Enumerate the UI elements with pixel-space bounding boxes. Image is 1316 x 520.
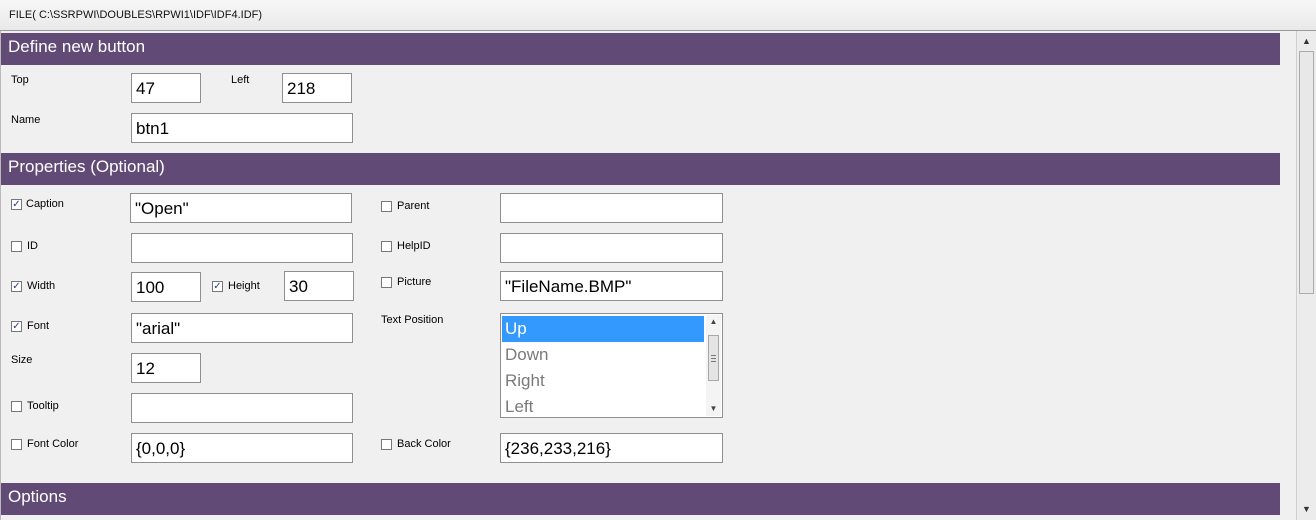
listbox-scroll-thumb[interactable] — [708, 335, 719, 381]
width-checkbox[interactable]: ✓ — [11, 281, 22, 292]
height-label: Height — [228, 280, 260, 292]
caption-label: Caption — [26, 198, 64, 210]
id-label: ID — [27, 240, 38, 252]
left-input[interactable]: 218 — [282, 73, 352, 103]
width-label: Width — [27, 280, 56, 292]
font-color-checkbox[interactable] — [11, 439, 22, 450]
title-bar: FILE( C:\SSRPWI\DOUBLES\RPWI1\IDF\IDF4.I… — [0, 0, 1316, 31]
caption-input[interactable]: "Open" — [130, 193, 352, 223]
window-scroll-thumb[interactable] — [1299, 51, 1314, 294]
text-position-label: Text Position — [381, 314, 444, 326]
font-label: Font — [27, 320, 50, 332]
name-label: Name — [11, 114, 41, 126]
top-label: Top — [11, 74, 29, 86]
text-position-option-left[interactable]: Left — [502, 394, 704, 420]
tooltip-label: Tooltip — [27, 400, 59, 412]
window-title: FILE( C:\SSRPWI\DOUBLES\RPWI1\IDF\IDF4.I… — [9, 9, 263, 21]
left-label: Left — [231, 74, 250, 86]
back-color-checkbox[interactable] — [381, 439, 392, 450]
properties-section-header: Properties (Optional) — [1, 153, 1280, 185]
size-label: Size — [11, 354, 33, 366]
caption-checkbox[interactable]: ✓ — [11, 199, 22, 210]
name-input[interactable]: btn1 — [131, 113, 353, 143]
height-checkbox[interactable]: ✓ — [212, 281, 223, 292]
text-position-option-up[interactable]: Up — [502, 316, 704, 342]
helpid-input[interactable] — [500, 233, 723, 263]
helpid-label: HelpID — [397, 240, 431, 252]
id-input[interactable] — [131, 233, 353, 263]
tooltip-checkbox[interactable] — [11, 401, 22, 412]
helpid-checkbox[interactable] — [381, 241, 392, 252]
height-input[interactable]: 30 — [284, 271, 354, 301]
font-checkbox[interactable]: ✓ — [11, 321, 22, 332]
define-section-header: Define new button — [1, 33, 1280, 65]
text-position-option-right[interactable]: Right — [502, 368, 704, 394]
arrow-up-icon[interactable]: ▲ — [706, 316, 721, 328]
parent-label: Parent — [397, 200, 430, 212]
arrow-down-icon[interactable]: ▼ — [1297, 501, 1316, 517]
picture-checkbox[interactable] — [381, 277, 392, 288]
picture-input[interactable]: "FileName.BMP" — [500, 271, 723, 301]
arrow-up-icon[interactable]: ▲ — [1297, 33, 1316, 49]
parent-input[interactable] — [500, 193, 723, 223]
window-scrollbar[interactable]: ▲ ▼ — [1296, 31, 1316, 520]
top-input[interactable]: 47 — [131, 73, 201, 103]
id-checkbox[interactable] — [11, 241, 22, 252]
tooltip-input[interactable] — [131, 393, 353, 423]
font-color-input[interactable]: {0,0,0} — [131, 433, 353, 463]
font-input[interactable]: "arial" — [131, 313, 353, 343]
options-section-header: Options — [1, 483, 1280, 515]
width-input[interactable]: 100 — [131, 272, 201, 302]
parent-checkbox[interactable] — [381, 201, 392, 212]
font-color-label: Font Color — [27, 438, 79, 450]
arrow-down-icon[interactable]: ▼ — [706, 403, 721, 415]
text-position-option-down[interactable]: Down — [502, 342, 704, 368]
listbox-scrollbar[interactable]: ▲ ▼ — [706, 315, 721, 416]
size-input[interactable]: 12 — [131, 353, 201, 383]
back-color-input[interactable]: {236,233,216} — [500, 433, 723, 463]
back-color-label: Back Color — [397, 438, 451, 450]
picture-label: Picture — [397, 276, 432, 288]
text-position-listbox[interactable]: Up Down Right Left ▲ ▼ — [500, 313, 723, 418]
